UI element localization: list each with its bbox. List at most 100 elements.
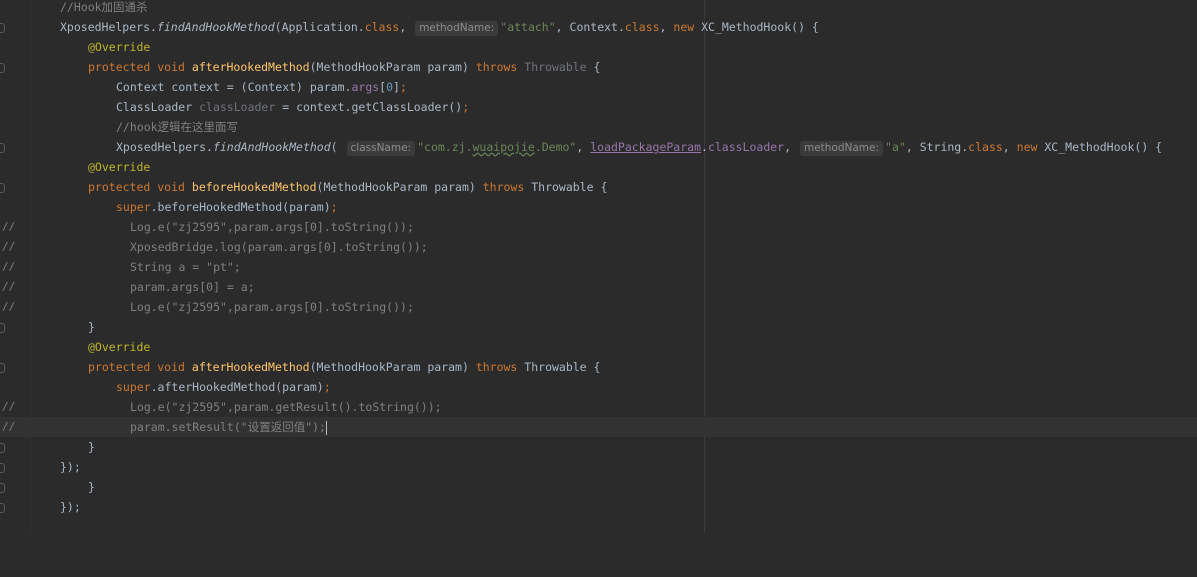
code-line[interactable]: //Hook加固通杀 — [0, 0, 1197, 17]
code-line[interactable]: protected void beforeHookedMethod(Method… — [0, 177, 1197, 197]
keyword: new — [673, 20, 695, 34]
field-ref: args — [351, 80, 380, 94]
commented-code: param.setResult("设置返回值"); — [130, 420, 326, 434]
keyword: void — [157, 60, 185, 74]
gutter-comment-mark: // — [2, 300, 16, 313]
method-name: beforeHookedMethod — [191, 180, 317, 194]
method-call: findAndHookMethod — [212, 140, 331, 154]
string-literal: "com.zj.wuaipojie.Demo" — [417, 140, 577, 154]
code-line[interactable]: protected void afterHookedMethod(MethodH… — [0, 57, 1197, 77]
code-line[interactable]: XposedHelpers.findAndHookMethod( classNa… — [0, 137, 1197, 157]
method-name: afterHookedMethod — [191, 360, 310, 374]
param-type: MethodHookParam — [323, 180, 428, 194]
keyword: throws — [475, 360, 518, 374]
text-caret — [325, 420, 327, 435]
type-ref: XC_MethodHook — [1044, 140, 1135, 154]
type-ref: XC_MethodHook — [701, 20, 792, 34]
code-line[interactable]: Context context = (Context) param.args[0… — [0, 77, 1197, 97]
param-name: param — [427, 60, 462, 74]
fold-marker-icon[interactable] — [0, 443, 5, 453]
keyword: protected — [88, 180, 151, 194]
fold-marker-icon[interactable] — [0, 63, 5, 73]
keyword: new — [1016, 140, 1038, 154]
fold-marker-icon[interactable] — [0, 363, 5, 373]
fold-marker-icon[interactable] — [0, 463, 5, 473]
closing-brace: }); — [60, 460, 81, 474]
fold-marker-icon[interactable] — [0, 323, 5, 333]
keyword: super — [116, 200, 151, 214]
annotation: @Override — [88, 340, 151, 354]
keyword: class — [364, 20, 400, 34]
commented-code: Log.e("zj2595",param.args[0].toString())… — [130, 220, 414, 234]
code-line[interactable]: // Log.e("zj2595",param.args[0].toString… — [0, 297, 1197, 317]
object-ref: param — [309, 80, 345, 94]
annotation: @Override — [88, 40, 151, 54]
commented-code: XposedBridge.log(param.args[0].toString(… — [130, 240, 428, 254]
comment-text: //hook逻辑在这里面写 — [116, 120, 239, 134]
keyword: throws — [475, 60, 518, 74]
closing-brace: } — [88, 480, 95, 494]
method-name: afterHookedMethod — [191, 60, 310, 74]
parameter-hint: methodName: — [799, 141, 884, 156]
variable: context — [171, 80, 220, 94]
closing-brace: }); — [60, 500, 81, 514]
code-editor[interactable]: //Hook加固通杀 XposedHelpers.findAndHookMeth… — [0, 0, 1197, 533]
code-line[interactable]: @Override — [0, 157, 1197, 177]
keyword: protected — [88, 60, 151, 74]
parameter-hint: methodName: — [415, 21, 499, 36]
commented-code: param.args[0] = a; — [130, 280, 255, 294]
commented-code: Log.e("zj2595",param.args[0].toString())… — [130, 300, 414, 314]
keyword: throws — [482, 180, 525, 194]
code-line[interactable]: XposedHelpers.findAndHookMethod(Applicat… — [0, 17, 1197, 37]
field-ref: classLoader — [707, 140, 785, 154]
number-literal: 0 — [386, 80, 394, 94]
code-line[interactable]: protected void afterHookedMethod(MethodH… — [0, 357, 1197, 377]
type-ref: ClassLoader — [116, 100, 193, 114]
gutter-comment-mark: // — [2, 220, 16, 233]
code-line[interactable]: // param.args[0] = a; — [0, 277, 1197, 297]
code-line[interactable]: } — [0, 437, 1197, 457]
fold-marker-icon[interactable] — [0, 483, 5, 493]
fold-marker-icon[interactable] — [0, 23, 5, 33]
cast: (Context) — [240, 80, 303, 94]
arg: String — [919, 140, 962, 154]
code-line[interactable]: //hook逻辑在这里面写 — [0, 117, 1197, 137]
commented-code: String a = "pt"; — [130, 260, 241, 274]
exception-type: Throwable — [524, 360, 587, 374]
code-line[interactable]: // XposedBridge.log(param.args[0].toStri… — [0, 237, 1197, 257]
gutter-comment-mark: // — [2, 420, 16, 433]
fold-marker-icon[interactable] — [0, 183, 5, 193]
code-line[interactable]: // String a = "pt"; — [0, 257, 1197, 277]
keyword: void — [157, 180, 185, 194]
arg: Context — [569, 20, 618, 34]
code-line[interactable]: }); — [0, 497, 1197, 517]
param-ref[interactable]: loadPackageParam — [590, 140, 701, 154]
type-ref: Context — [116, 80, 165, 94]
current-code-line[interactable]: // param.setResult("设置返回值"); — [0, 417, 1197, 437]
code-line[interactable]: @Override — [0, 337, 1197, 357]
gutter-comment-mark: // — [2, 240, 16, 253]
exception-type: Throwable — [531, 180, 594, 194]
keyword: void — [157, 360, 185, 374]
fold-marker-icon[interactable] — [0, 503, 5, 513]
code-line[interactable]: super.beforeHookedMethod(param); — [0, 197, 1197, 217]
code-line[interactable]: @Override — [0, 37, 1197, 57]
code-line[interactable]: // Log.e("zj2595",param.args[0].toString… — [0, 217, 1197, 237]
keyword: protected — [88, 360, 151, 374]
code-line[interactable]: ClassLoader classLoader = context.getCla… — [0, 97, 1197, 117]
gutter-comment-mark: // — [2, 280, 16, 293]
method-call: findAndHookMethod — [156, 20, 275, 34]
code-line[interactable]: } — [0, 477, 1197, 497]
code-line[interactable]: }); — [0, 457, 1197, 477]
param-type: MethodHookParam — [316, 60, 421, 74]
arg: Application — [281, 20, 358, 34]
code-line[interactable]: // Log.e("zj2595",param.getResult().toSt… — [0, 397, 1197, 417]
code-line[interactable]: super.afterHookedMethod(param); — [0, 377, 1197, 397]
unused-variable: classLoader — [199, 100, 276, 114]
closing-brace: } — [88, 440, 95, 454]
string-literal: "a" — [885, 140, 906, 154]
keyword: class — [624, 20, 660, 34]
annotation: @Override — [88, 160, 151, 174]
fold-marker-icon[interactable] — [0, 143, 5, 153]
code-line[interactable]: } — [0, 317, 1197, 337]
